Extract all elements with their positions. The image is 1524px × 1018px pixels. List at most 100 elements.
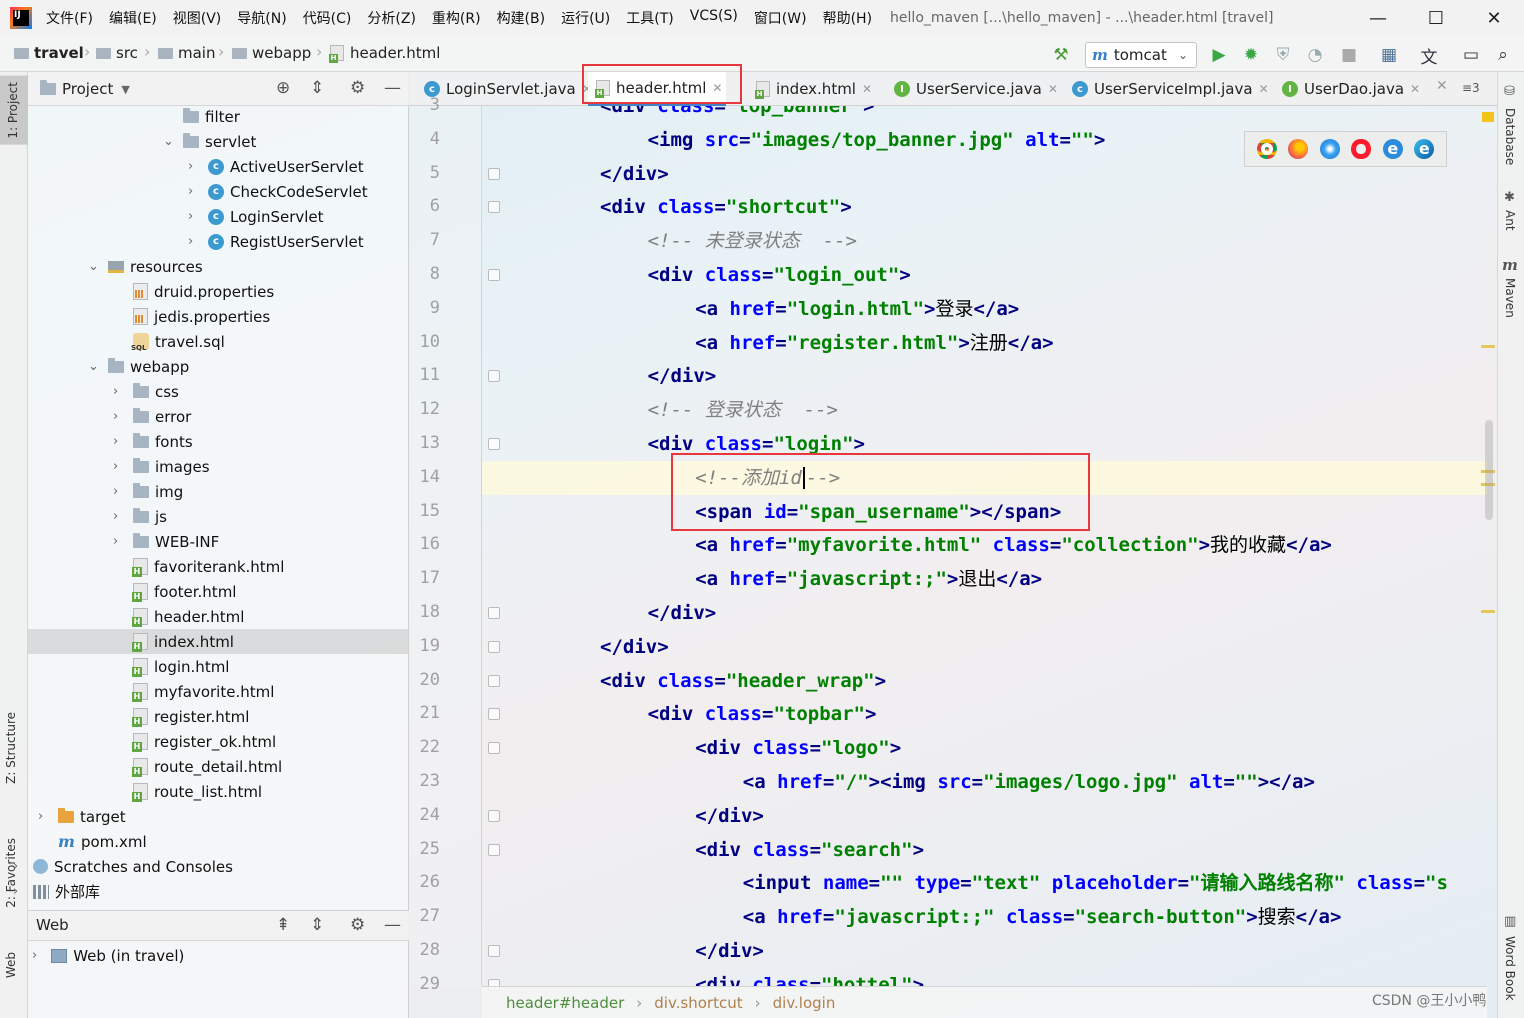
chevron-right-icon[interactable]: › xyxy=(113,409,118,424)
run-icon[interactable]: ▶ xyxy=(1208,44,1230,66)
editor-tab[interactable]: I UserDao.java ✕ xyxy=(1274,72,1424,106)
window-layout-icon[interactable]: ▭ xyxy=(1460,44,1482,66)
project-structure-icon[interactable]: ▦ xyxy=(1378,44,1400,66)
editor-tab[interactable]: c LoginServlet.java ✕ xyxy=(416,72,596,106)
run-configuration-dropdown[interactable]: m tomcat ⌄ xyxy=(1085,42,1197,68)
editor-tab[interactable]: I UserService.java ✕ xyxy=(886,72,1062,106)
breadcrumb-header-html[interactable]: header.html xyxy=(329,44,440,63)
word-book-tool-tab[interactable]: Word Book xyxy=(1503,936,1517,1001)
chevron-right-icon[interactable]: › xyxy=(113,384,118,399)
chevron-right-icon[interactable]: › xyxy=(113,509,118,524)
menu-item[interactable]: VCS(S) xyxy=(690,8,738,28)
project-tree-item[interactable]: register.html xyxy=(28,704,409,729)
menu-item[interactable]: 运行(U) xyxy=(561,8,610,28)
project-tree-item[interactable]: login.html xyxy=(28,654,409,679)
chevron-right-icon[interactable]: › xyxy=(38,809,43,824)
project-tree-item[interactable]: myfavorite.html xyxy=(28,679,409,704)
opera-icon[interactable] xyxy=(1351,139,1372,159)
inspection-status-icon[interactable] xyxy=(1482,112,1494,122)
breadcrumb-src[interactable]: src xyxy=(96,44,138,62)
project-tree-item[interactable]: › c LoginServlet xyxy=(28,204,409,229)
project-tree-item[interactable]: jedis.properties xyxy=(28,304,409,329)
project-tree-item[interactable]: route_detail.html xyxy=(28,754,409,779)
edge-icon[interactable]: e xyxy=(1414,139,1435,159)
project-tree-item[interactable]: register_ok.html xyxy=(28,729,409,754)
close-tab-icon[interactable]: ✕ xyxy=(1259,82,1269,96)
menu-item[interactable]: 视图(V) xyxy=(173,8,222,28)
close-tab-icon[interactable]: ✕ xyxy=(1048,82,1058,96)
chevron-down-icon[interactable]: ⌄ xyxy=(163,134,174,149)
web-tool-tab[interactable]: Web xyxy=(4,952,18,978)
project-tree-item[interactable]: travel.sql xyxy=(28,329,409,354)
project-tree-item[interactable]: › fonts xyxy=(28,429,409,454)
menu-item[interactable]: 导航(N) xyxy=(237,8,286,28)
chevron-right-icon[interactable]: › xyxy=(188,159,193,174)
stop-icon[interactable]: ■ xyxy=(1338,44,1360,66)
hide-panel-icon[interactable]: — xyxy=(384,78,401,98)
internet-explorer-icon[interactable]: e xyxy=(1382,139,1403,159)
translate-icon[interactable]: 文 xyxy=(1418,44,1440,68)
maven-tool-tab[interactable]: Maven xyxy=(1503,278,1517,318)
editor-scrollbar[interactable] xyxy=(1485,420,1493,520)
project-tree-item[interactable]: filter xyxy=(28,104,409,129)
menu-item[interactable]: 构建(B) xyxy=(497,8,546,28)
chevron-right-icon[interactable]: › xyxy=(113,459,118,474)
editor-breadcrumb-header[interactable]: header#header xyxy=(506,994,624,1012)
menu-item[interactable]: 编辑(E) xyxy=(109,8,157,28)
menu-item[interactable]: 帮助(H) xyxy=(823,8,872,28)
minimize-button[interactable]: — xyxy=(1349,0,1407,36)
project-tree-item[interactable]: druid.properties xyxy=(28,279,409,304)
database-tool-tab[interactable]: Database xyxy=(1503,108,1517,165)
menu-item[interactable]: 工具(T) xyxy=(626,8,673,28)
ant-tool-tab[interactable]: Ant xyxy=(1503,210,1517,231)
tab-overflow-button[interactable]: ≡3 xyxy=(1462,81,1480,95)
firefox-icon[interactable] xyxy=(1288,139,1309,159)
project-tree-item[interactable]: › c ActiveUserServlet xyxy=(28,154,409,179)
chevron-right-icon[interactable]: › xyxy=(13,859,18,874)
close-tab-icon[interactable]: ✕ xyxy=(1410,82,1420,96)
menu-item[interactable]: 分析(Z) xyxy=(367,8,416,28)
close-window-button[interactable]: ✕ xyxy=(1465,0,1523,36)
project-tree-item[interactable]: › Scratches and Consoles xyxy=(13,854,409,879)
breadcrumb-main[interactable]: main xyxy=(158,44,215,62)
breadcrumb-webapp[interactable]: webapp xyxy=(232,44,311,62)
menu-item[interactable]: 文件(F) xyxy=(46,8,93,28)
project-tree-item[interactable]: header.html xyxy=(28,604,409,629)
project-tree-item[interactable]: › c CheckCodeServlet xyxy=(28,179,409,204)
project-view-selector[interactable]: Project ▼ xyxy=(40,80,130,98)
chevron-right-icon[interactable]: › xyxy=(113,484,118,499)
project-tree-item[interactable]: › error xyxy=(28,404,409,429)
editor-tab[interactable]: c UserServiceImpl.java ✕ xyxy=(1064,72,1273,106)
menu-item[interactable]: 窗口(W) xyxy=(754,8,807,28)
project-tree-item[interactable]: › img xyxy=(28,479,409,504)
project-tree-item[interactable]: ⌄ resources xyxy=(28,254,409,279)
chevron-right-icon[interactable]: › xyxy=(113,534,118,549)
profile-icon[interactable]: ◔ xyxy=(1304,44,1326,66)
chevron-right-icon[interactable]: › xyxy=(188,184,193,199)
project-tree-item[interactable]: ⌄ webapp xyxy=(28,354,409,379)
web-tree-item[interactable]: › Web (in travel) xyxy=(32,943,184,968)
chevron-right-icon[interactable]: › xyxy=(188,209,193,224)
collapse-all-icon[interactable]: ⇕ xyxy=(310,915,324,935)
project-tree-item[interactable]: › js xyxy=(28,504,409,529)
scrollbar-marker[interactable] xyxy=(1481,610,1495,613)
menu-item[interactable]: 代码(C) xyxy=(303,8,352,28)
chevron-right-icon[interactable]: › xyxy=(13,884,18,899)
project-tree-item[interactable]: › c RegistUserServlet xyxy=(28,229,409,254)
expand-all-icon[interactable]: ⇞ xyxy=(276,915,290,935)
code-area[interactable]: <div class="top_banner"> <img src="images… xyxy=(482,106,1487,986)
menu-item[interactable]: 重构(R) xyxy=(432,8,481,28)
scrollbar-marker[interactable] xyxy=(1481,345,1495,348)
project-tree-item[interactable]: route_list.html xyxy=(28,779,409,804)
editor-breadcrumb-login[interactable]: div.login xyxy=(773,994,836,1012)
project-tool-tab[interactable]: 1: Project xyxy=(0,76,28,145)
editor-breadcrumb-shortcut[interactable]: div.shortcut xyxy=(654,994,742,1012)
project-tree-item[interactable]: ⌄ servlet xyxy=(28,129,409,154)
project-tree-item[interactable]: › WEB-INF xyxy=(28,529,409,554)
settings-gear-icon[interactable]: ⚙ xyxy=(350,915,365,935)
close-tab-icon[interactable]: ✕ xyxy=(862,82,872,96)
structure-tool-tab[interactable]: Z: Structure xyxy=(4,712,18,784)
project-tree-item[interactable]: › 外部库 xyxy=(13,879,409,904)
chevron-right-icon[interactable]: › xyxy=(113,434,118,449)
project-tree-item[interactable]: index.html xyxy=(28,629,409,654)
